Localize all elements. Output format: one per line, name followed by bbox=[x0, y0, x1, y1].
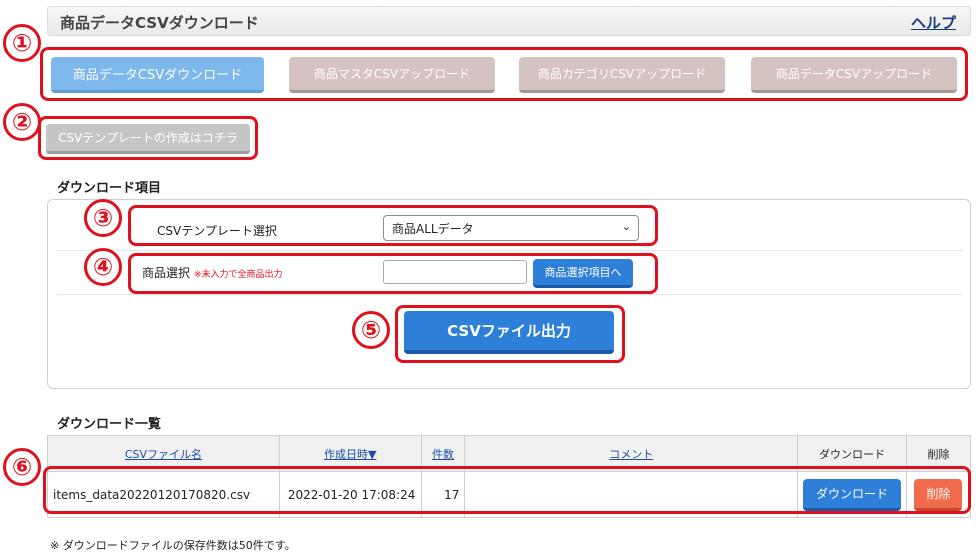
chevron-down-icon: ⌄ bbox=[621, 220, 631, 233]
marker-4: ④ bbox=[84, 248, 122, 286]
marker-6: ⑥ bbox=[3, 448, 41, 486]
tab-product-data-csv-download[interactable]: 商品データCSVダウンロード bbox=[51, 57, 264, 93]
marker-5: ⑤ bbox=[352, 311, 390, 349]
sort-link-comment[interactable]: コメント bbox=[609, 448, 653, 461]
row-divider bbox=[57, 250, 963, 251]
product-select-label: 商品選択 ※未入力で全商品出力 bbox=[142, 264, 283, 281]
csv-file-output-button[interactable]: CSVファイル出力 bbox=[404, 311, 614, 354]
page-header: 商品データCSVダウンロード ヘルプ bbox=[47, 6, 971, 36]
product-select-items-button[interactable]: 商品選択項目へ bbox=[533, 259, 633, 288]
download-list-title: ダウンロード一覧 bbox=[57, 417, 162, 432]
row-divider bbox=[57, 294, 963, 295]
tab-product-data-csv-upload[interactable]: 商品データCSVアップロード bbox=[751, 57, 957, 93]
sort-link-created[interactable]: 作成日時▼ bbox=[324, 448, 376, 461]
page-title: 商品データCSVダウンロード bbox=[60, 14, 259, 32]
sort-link-filename[interactable]: CSVファイル名 bbox=[125, 448, 202, 461]
sort-link-count[interactable]: 件数 bbox=[432, 448, 454, 461]
csv-template-selected-value: 商品ALLデータ bbox=[392, 221, 474, 236]
storage-limit-note: ※ ダウンロードファイルの保存件数は50件です。 bbox=[50, 539, 296, 552]
marker-2: ② bbox=[3, 103, 41, 141]
marker-1: ① bbox=[3, 24, 41, 62]
csv-template-select-label: CSVテンプレート選択 bbox=[157, 224, 277, 238]
help-link[interactable]: ヘルプ bbox=[911, 12, 956, 33]
marker-3: ③ bbox=[84, 199, 122, 237]
product-select-input[interactable] bbox=[383, 260, 527, 284]
csv-template-create-button[interactable]: CSVテンプレートの作成はコチラ bbox=[46, 124, 250, 154]
product-select-label-text: 商品選択 bbox=[142, 266, 191, 280]
tab-product-master-csv-upload[interactable]: 商品マスタCSVアップロード bbox=[289, 57, 495, 93]
highlight-box-6 bbox=[43, 466, 971, 514]
tab-product-category-csv-upload[interactable]: 商品カテゴリCSVアップロード bbox=[519, 57, 725, 93]
product-select-note: ※未入力で全商品出力 bbox=[194, 270, 283, 280]
download-items-title: ダウンロード項目 bbox=[57, 181, 162, 196]
csv-template-select[interactable]: 商品ALLデータ ⌄ bbox=[383, 215, 639, 241]
